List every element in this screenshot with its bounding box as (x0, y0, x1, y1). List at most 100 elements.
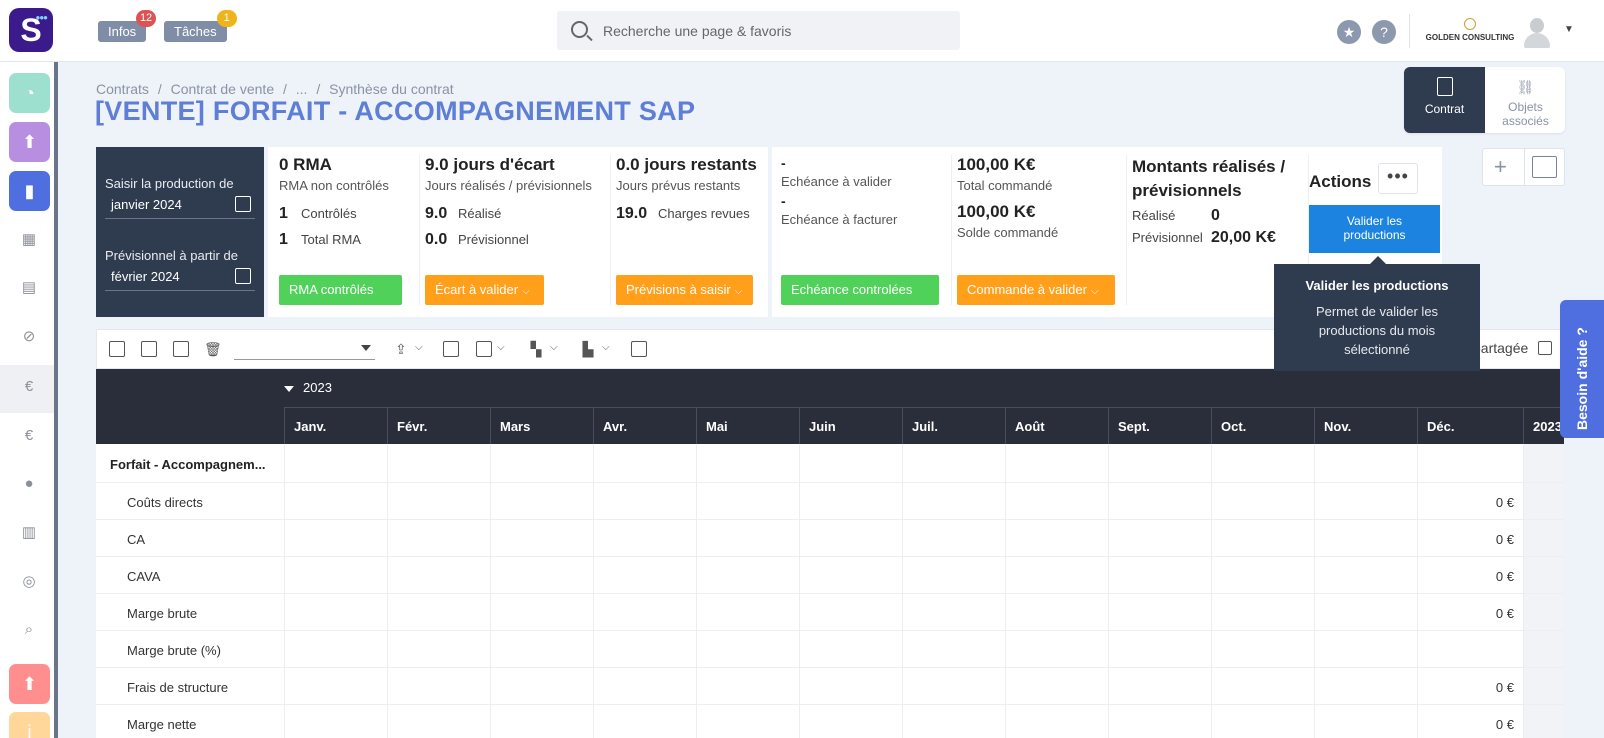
right-tools: + (1482, 148, 1565, 186)
year-total-header[interactable]: 2023 (1523, 407, 1564, 444)
grid-settings-icon[interactable] (1538, 341, 1552, 355)
save-as-icon[interactable] (141, 341, 157, 357)
add-icon[interactable]: + (1494, 154, 1507, 180)
rows-icon[interactable]: ▙ (580, 341, 596, 357)
sidebar-item-info[interactable]: i (9, 712, 50, 738)
rma-controles-button[interactable]: RMA contrôlés (279, 275, 402, 305)
cell-value: 0 € (1495, 717, 1514, 732)
sidebar-item-dashboard[interactable]: ◔ (9, 73, 50, 113)
user-avatar[interactable] (1522, 16, 1552, 48)
breadcrumb: Contrats / Contrat de vente / ... / Synt… (96, 81, 459, 97)
search-box[interactable] (557, 11, 960, 50)
breadcrumb-contrat-de-vente[interactable]: Contrat de vente (171, 81, 275, 97)
contract-doc-icon (1436, 77, 1453, 96)
expense-euro-icon[interactable]: € (19, 426, 39, 446)
table-row[interactable]: Marge brute 0 € (96, 594, 1564, 631)
tab-contrat[interactable]: Contrat (1404, 67, 1485, 133)
chevron-down-icon[interactable]: ⌵ (415, 342, 423, 353)
document-icon[interactable]: ▤ (19, 278, 39, 298)
table-icon[interactable] (443, 341, 459, 357)
table-row[interactable]: CAVA 0 € (96, 557, 1564, 594)
taches-label: Tâches (174, 24, 217, 39)
more-actions-button[interactable]: ••• (1378, 163, 1418, 194)
month-header[interactable]: Déc. (1417, 407, 1523, 444)
ecart-button-label: Écart à valider (435, 282, 519, 297)
ecart-cell: 9.0 jours d'écart Jours réalisés / prévi… (419, 155, 610, 305)
user-menu-caret-icon[interactable]: ▼ (1564, 24, 1574, 35)
view-select[interactable] (234, 338, 375, 360)
tooltip-body: Permet de valider les productions du moi… (1315, 304, 1439, 357)
app-logo[interactable]: S ●●● (9, 8, 53, 52)
month-header[interactable]: Mars (490, 407, 593, 444)
previsions-a-saisir-button[interactable]: Prévisions à saisir ⌵ (616, 275, 753, 305)
off-icon[interactable]: ⊘ (19, 327, 39, 347)
restants-subtitle: Jours prévus restants (616, 178, 741, 193)
search-icon (571, 21, 588, 38)
tab-objets-associes[interactable]: ⛓ Objets associés (1485, 67, 1565, 133)
month-header[interactable]: Sept. (1108, 407, 1211, 444)
table-row[interactable]: CA 0 € (96, 520, 1564, 557)
table-row[interactable]: Frais de structure 0 € (96, 668, 1564, 705)
income-euro-icon[interactable]: € (19, 377, 39, 397)
month-header-row: Janv. Févr. Mars Avr. Mai Juin Juil. Aoû… (96, 407, 1564, 444)
edit-icon[interactable] (173, 341, 189, 357)
chevron-down-icon[interactable]: ⌵ (550, 342, 558, 353)
invoice-icon[interactable]: ▥ (19, 523, 39, 543)
list-view-icon[interactable] (1532, 156, 1557, 178)
saisir-date-field[interactable]: janvier 2024 (105, 196, 255, 219)
commande-a-valider-button[interactable]: Commande à valider ⌵ (957, 275, 1115, 305)
analytics-search-icon[interactable]: ⌕ (19, 620, 39, 640)
breadcrumb-separator: / (316, 81, 321, 97)
month-header[interactable]: Janv. (284, 407, 387, 444)
rma-cell: 0 RMA RMA non contrôlés 1 Contrôlés 1 Tota… (279, 155, 422, 305)
calendar-icon[interactable]: ▦ (19, 230, 39, 250)
month-header[interactable]: Juil. (902, 407, 1005, 444)
chart-icon[interactable] (476, 341, 492, 357)
month-header[interactable]: Oct. (1211, 407, 1314, 444)
save-icon[interactable] (109, 341, 125, 357)
ecart-a-valider-button[interactable]: Écart à valider ⌵ (425, 275, 544, 305)
breadcrumb-ellipsis[interactable]: ... (296, 81, 308, 97)
month-header[interactable]: Févr. (387, 407, 490, 444)
ecart-realise-value: 9.0 (425, 205, 448, 222)
filter-icon[interactable] (631, 341, 647, 357)
sidebar-item-upload[interactable]: ⬆ (9, 122, 50, 162)
calendar-icon[interactable] (235, 268, 251, 284)
calendar-icon[interactable] (235, 196, 251, 212)
table-row[interactable]: Forfait - Accompagnem... (96, 444, 1564, 483)
month-header[interactable]: Juin (799, 407, 902, 444)
commande-button-label: Commande à valider (967, 282, 1087, 297)
commande-cell: 100,00 K€ Total commandé 100,00 K€ Solde… (951, 155, 1126, 305)
infos-button[interactable]: Infos 12 (98, 10, 157, 42)
table-row[interactable]: Marge nette 0 € (96, 705, 1564, 738)
columns-icon[interactable]: ▚ (528, 341, 544, 357)
sidebar-item-reports[interactable]: ▮ (9, 171, 50, 211)
valider-productions-button[interactable]: Valider les productions (1309, 205, 1440, 253)
help-tab[interactable]: Besoin d'aide ? (1560, 300, 1604, 438)
month-header[interactable]: Août (1005, 407, 1108, 444)
table-row[interactable]: Coûts directs 0 € (96, 483, 1564, 520)
breadcrumb-contrats[interactable]: Contrats (96, 81, 149, 97)
top-bar: S●●● Infos 12 Tâches 1 ★ ? GOLDEN CONSUL… (0, 0, 1604, 62)
trash-icon[interactable]: 🗑 (204, 341, 222, 357)
help-question-icon[interactable]: ? (1372, 20, 1396, 44)
coin-icon[interactable]: ◎ (19, 572, 39, 592)
kpi-card-days: 0 RMA RMA non contrôlés 1 Contrôlés 1 Tota… (268, 147, 768, 317)
chevron-down-icon[interactable]: ⌵ (497, 342, 505, 353)
year-toggle[interactable]: 2023 (284, 380, 332, 395)
month-header[interactable]: Mai (696, 407, 799, 444)
previsionnel-date-field[interactable]: février 2024 (105, 268, 255, 291)
search-input[interactable] (603, 20, 943, 42)
favorites-star-icon[interactable]: ★ (1337, 20, 1361, 44)
taches-badge: 1 (216, 10, 237, 27)
echeance-controlees-button[interactable]: Echéance controlées (781, 275, 939, 305)
table-row[interactable]: Marge brute (%) (96, 631, 1564, 668)
user-pin-icon[interactable]: ● (19, 474, 39, 494)
month-header[interactable]: Avr. (593, 407, 696, 444)
month-header[interactable]: Nov. (1314, 407, 1417, 444)
taches-button[interactable]: Tâches 1 (164, 10, 237, 42)
info-icon: i (27, 721, 32, 738)
chevron-down-icon[interactable]: ⌵ (602, 342, 610, 353)
export-icon[interactable]: ⇪ (393, 341, 409, 357)
sidebar-item-export[interactable]: ⬆ (9, 664, 50, 704)
